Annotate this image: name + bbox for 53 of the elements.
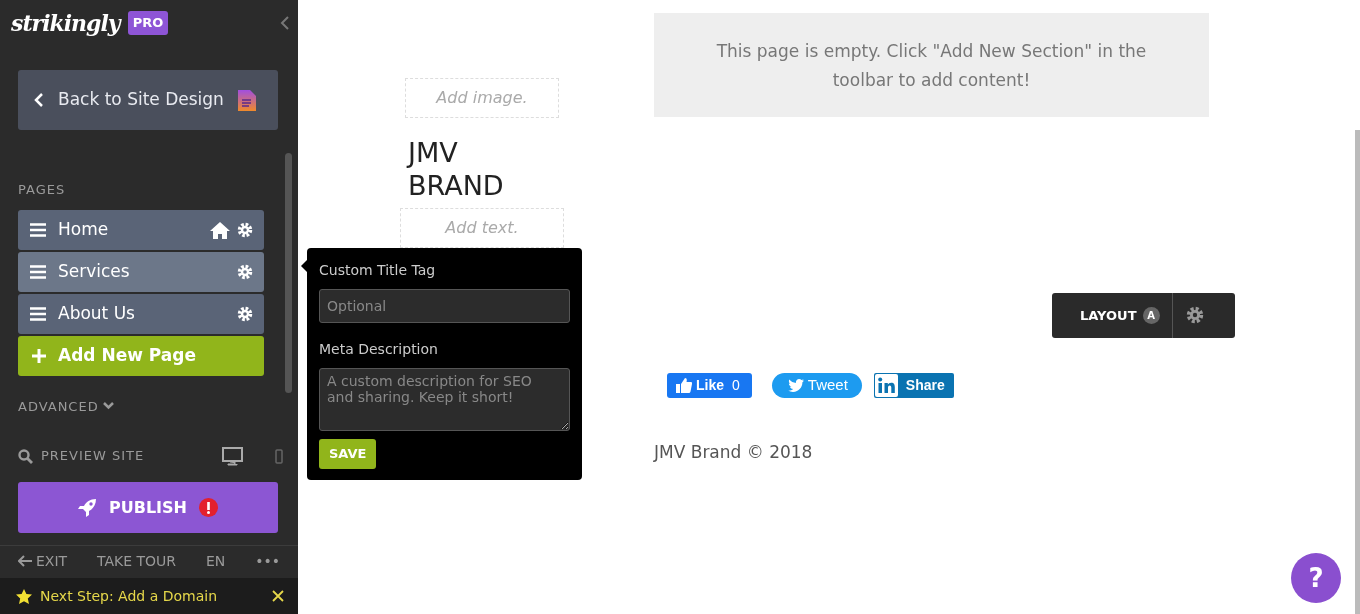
layout-badge: A (1142, 307, 1160, 324)
field-label: Meta Description (319, 340, 439, 359)
page-item[interactable]: About Us (18, 293, 264, 334)
empty-notice: This page is empty. Click "Add New Section" in the toolbar to add content! (654, 13, 1209, 117)
tweet-button[interactable]: Tweet (771, 373, 862, 398)
settings-icon (236, 220, 254, 239)
bird-icon (787, 379, 804, 392)
help-button[interactable]: ? (1291, 553, 1341, 603)
page-item[interactable]: Services (18, 251, 264, 292)
like-count: 0 (732, 376, 740, 395)
thumbs-up-icon (676, 378, 692, 393)
page-item[interactable]: Home (18, 209, 264, 250)
phone-icon[interactable] (275, 448, 283, 464)
settings-icon[interactable] (1184, 305, 1205, 325)
star-icon (16, 588, 32, 604)
share-button[interactable]: Share (873, 373, 954, 398)
language-selector[interactable]: EN (206, 550, 226, 572)
layout-button[interactable]: LAYOUT A (1052, 293, 1173, 338)
settings-icon (236, 262, 254, 281)
plus-icon (32, 348, 46, 363)
rocket-icon (78, 498, 97, 517)
collapse-icon[interactable] (280, 15, 290, 31)
footer-text: JMV Brand © 2018 (654, 441, 814, 464)
menu-icon (30, 306, 46, 321)
tour-link[interactable]: TAKE TOUR (97, 550, 177, 572)
title-input[interactable]: Optional (319, 289, 570, 323)
close-icon[interactable] (272, 590, 284, 602)
alert-icon (199, 498, 218, 517)
description-input[interactable]: A custom description for SEO and sharing. Keep it short! (319, 368, 570, 431)
brand-name: JMV BRAND (408, 136, 505, 202)
preview-link[interactable]: PREVIEW SITE (18, 446, 145, 466)
search-icon (18, 448, 33, 464)
scrollbar[interactable] (1355, 130, 1360, 614)
section-heading: PAGES (18, 181, 67, 199)
menu-icon (30, 264, 46, 279)
publish-button[interactable]: PUBLISH (18, 482, 278, 533)
exit-link[interactable]: EXIT (18, 550, 68, 572)
advanced-toggle[interactable]: ADVANCED (18, 396, 114, 416)
logo: strikingly (11, 8, 120, 38)
more-button[interactable]: ••• (255, 550, 280, 572)
settings-icon (236, 304, 254, 323)
document-icon (237, 89, 256, 111)
scrollbar[interactable] (285, 153, 292, 393)
like-button[interactable]: Like 0 (667, 373, 752, 398)
desktop-icon[interactable] (222, 446, 243, 466)
field-label: Custom Title Tag (319, 261, 437, 280)
plan-badge: PRO (127, 11, 169, 35)
linkedin-icon (874, 374, 898, 397)
arrow-left-icon (18, 555, 32, 567)
menu-icon (30, 222, 46, 237)
chevron-down-icon (102, 402, 114, 411)
chevron-left-icon (34, 92, 44, 108)
back-button[interactable]: Back to Site Design (18, 70, 278, 130)
